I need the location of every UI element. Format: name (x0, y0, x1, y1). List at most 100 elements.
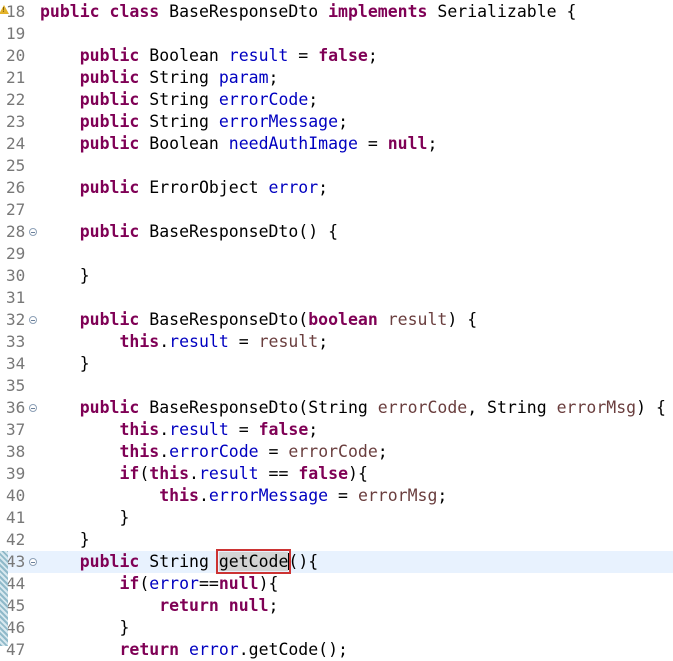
code-text: } (40, 507, 129, 529)
code-token: ; (338, 112, 348, 131)
code-editor[interactable]: 18 public class BaseResponseDto implement… (0, 1, 673, 659)
code-line[interactable]: 34 } (0, 353, 673, 375)
code-text: } (40, 529, 90, 551)
keyword-token: public (79, 90, 140, 109)
code-line[interactable]: 24 public Boolean needAuthImage = null; (0, 133, 673, 155)
code-line[interactable]: 19 (0, 23, 673, 45)
line-gutter: 18 (0, 1, 37, 23)
code-text: this.result = result; (40, 331, 328, 353)
code-token: = (228, 332, 259, 351)
line-number: 47 (6, 640, 26, 659)
code-token: == (198, 574, 219, 593)
code-token: = (357, 134, 388, 153)
keyword-token: public (79, 398, 140, 417)
keyword-token: null (218, 574, 259, 593)
field-token: errorMessage (208, 486, 329, 505)
selected-method-name[interactable]: getCode (215, 549, 292, 574)
code-line[interactable]: 18 public class BaseResponseDto implement… (0, 1, 673, 23)
line-gutter: 20 (0, 45, 37, 67)
code-text: } (40, 265, 90, 287)
code-text: public Boolean result = false; (40, 45, 378, 67)
code-line[interactable]: 30 } (0, 265, 673, 287)
code-line[interactable]: 27 (0, 199, 673, 221)
code-line[interactable]: 35 (0, 375, 673, 397)
code-token: . (189, 464, 199, 483)
code-line[interactable]: 42 } (0, 529, 673, 551)
line-gutter: 19 (0, 23, 37, 45)
fold-collapse-icon[interactable] (29, 558, 37, 566)
line-gutter: 28 (0, 221, 37, 243)
line-number: 30 (6, 266, 26, 285)
code-text: this.errorCode = errorCode; (40, 441, 387, 463)
code-line[interactable]: 32 public BaseResponseDto(boolean result… (0, 309, 673, 331)
line-number: 18 (6, 2, 26, 21)
code-line[interactable]: 44 if(error==null){ (0, 573, 673, 595)
code-token: ; (318, 332, 329, 351)
code-line[interactable]: 38 this.errorCode = errorCode; (0, 441, 673, 463)
field-token: needAuthImage (228, 134, 358, 153)
keyword-token: public (40, 2, 100, 21)
fold-collapse-icon[interactable] (29, 404, 37, 412)
code-token: Boolean (139, 134, 229, 153)
field-token: param (218, 68, 269, 87)
keyword-token: public (79, 178, 140, 197)
field-token: errorMessage (218, 112, 339, 131)
field-token: result (198, 464, 259, 483)
line-gutter: 36 (0, 397, 37, 419)
line-number: 40 (6, 486, 26, 505)
line-number: 27 (6, 200, 26, 219)
fold-collapse-icon[interactable] (29, 228, 37, 236)
code-line[interactable]: 39 if(this.result == false){ (0, 463, 673, 485)
code-line[interactable]: 28 public BaseResponseDto() { (0, 221, 673, 243)
line-gutter: 41 (0, 507, 37, 529)
line-number: 39 (6, 464, 26, 483)
code-line[interactable]: 29 (0, 243, 673, 265)
line-gutter: 30 (0, 265, 37, 287)
code-text: return error.getCode(); (40, 639, 348, 661)
code-line[interactable]: 46 } (0, 617, 673, 639)
code-line[interactable]: 25 (0, 155, 673, 177)
keyword-token: false (298, 464, 349, 483)
code-line[interactable]: 36 public BaseResponseDto(String errorCo… (0, 397, 673, 419)
line-gutter: 26 (0, 177, 37, 199)
code-text: public String getCode(){ (40, 549, 318, 574)
code-line[interactable]: 40 this.errorMessage = errorMsg; (0, 485, 673, 507)
code-line[interactable]: 20 public Boolean result = false; (0, 45, 673, 67)
code-line[interactable]: 22 public String errorCode; (0, 89, 673, 111)
code-line[interactable]: 37 this.result = false; (0, 419, 673, 441)
fold-collapse-icon[interactable] (29, 316, 37, 324)
code-token: .getCode(); (238, 640, 348, 659)
code-token: String (139, 552, 219, 571)
keyword-token: this (159, 486, 199, 505)
code-line[interactable]: 43 public String getCode(){ (0, 549, 673, 574)
code-line[interactable]: 47 return error.getCode(); (0, 639, 673, 661)
code-line[interactable]: 26 public ErrorObject error; (0, 177, 673, 199)
change-marker-bar (0, 551, 8, 646)
code-token: ) { (636, 398, 666, 417)
field-token: errorCode (169, 442, 259, 461)
code-line[interactable]: 21 public String param; (0, 67, 673, 89)
line-gutter: 27 (0, 199, 37, 221)
code-line[interactable]: 23 public String errorMessage; (0, 111, 673, 133)
keyword-token: public (79, 134, 140, 153)
line-gutter: 32 (0, 309, 37, 331)
code-line[interactable]: 41 } (0, 507, 673, 529)
keyword-token: public (79, 552, 140, 571)
code-token: String (139, 90, 219, 109)
code-line[interactable]: 33 this.result = result; (0, 331, 673, 353)
line-gutter: 31 (0, 287, 37, 309)
code-token: BaseResponseDto( (139, 310, 309, 329)
code-line[interactable]: 31 (0, 287, 673, 309)
code-token: BaseResponseDto() { (139, 222, 339, 241)
code-line[interactable]: 45 return null; (0, 595, 673, 617)
field-token: error (149, 574, 199, 593)
